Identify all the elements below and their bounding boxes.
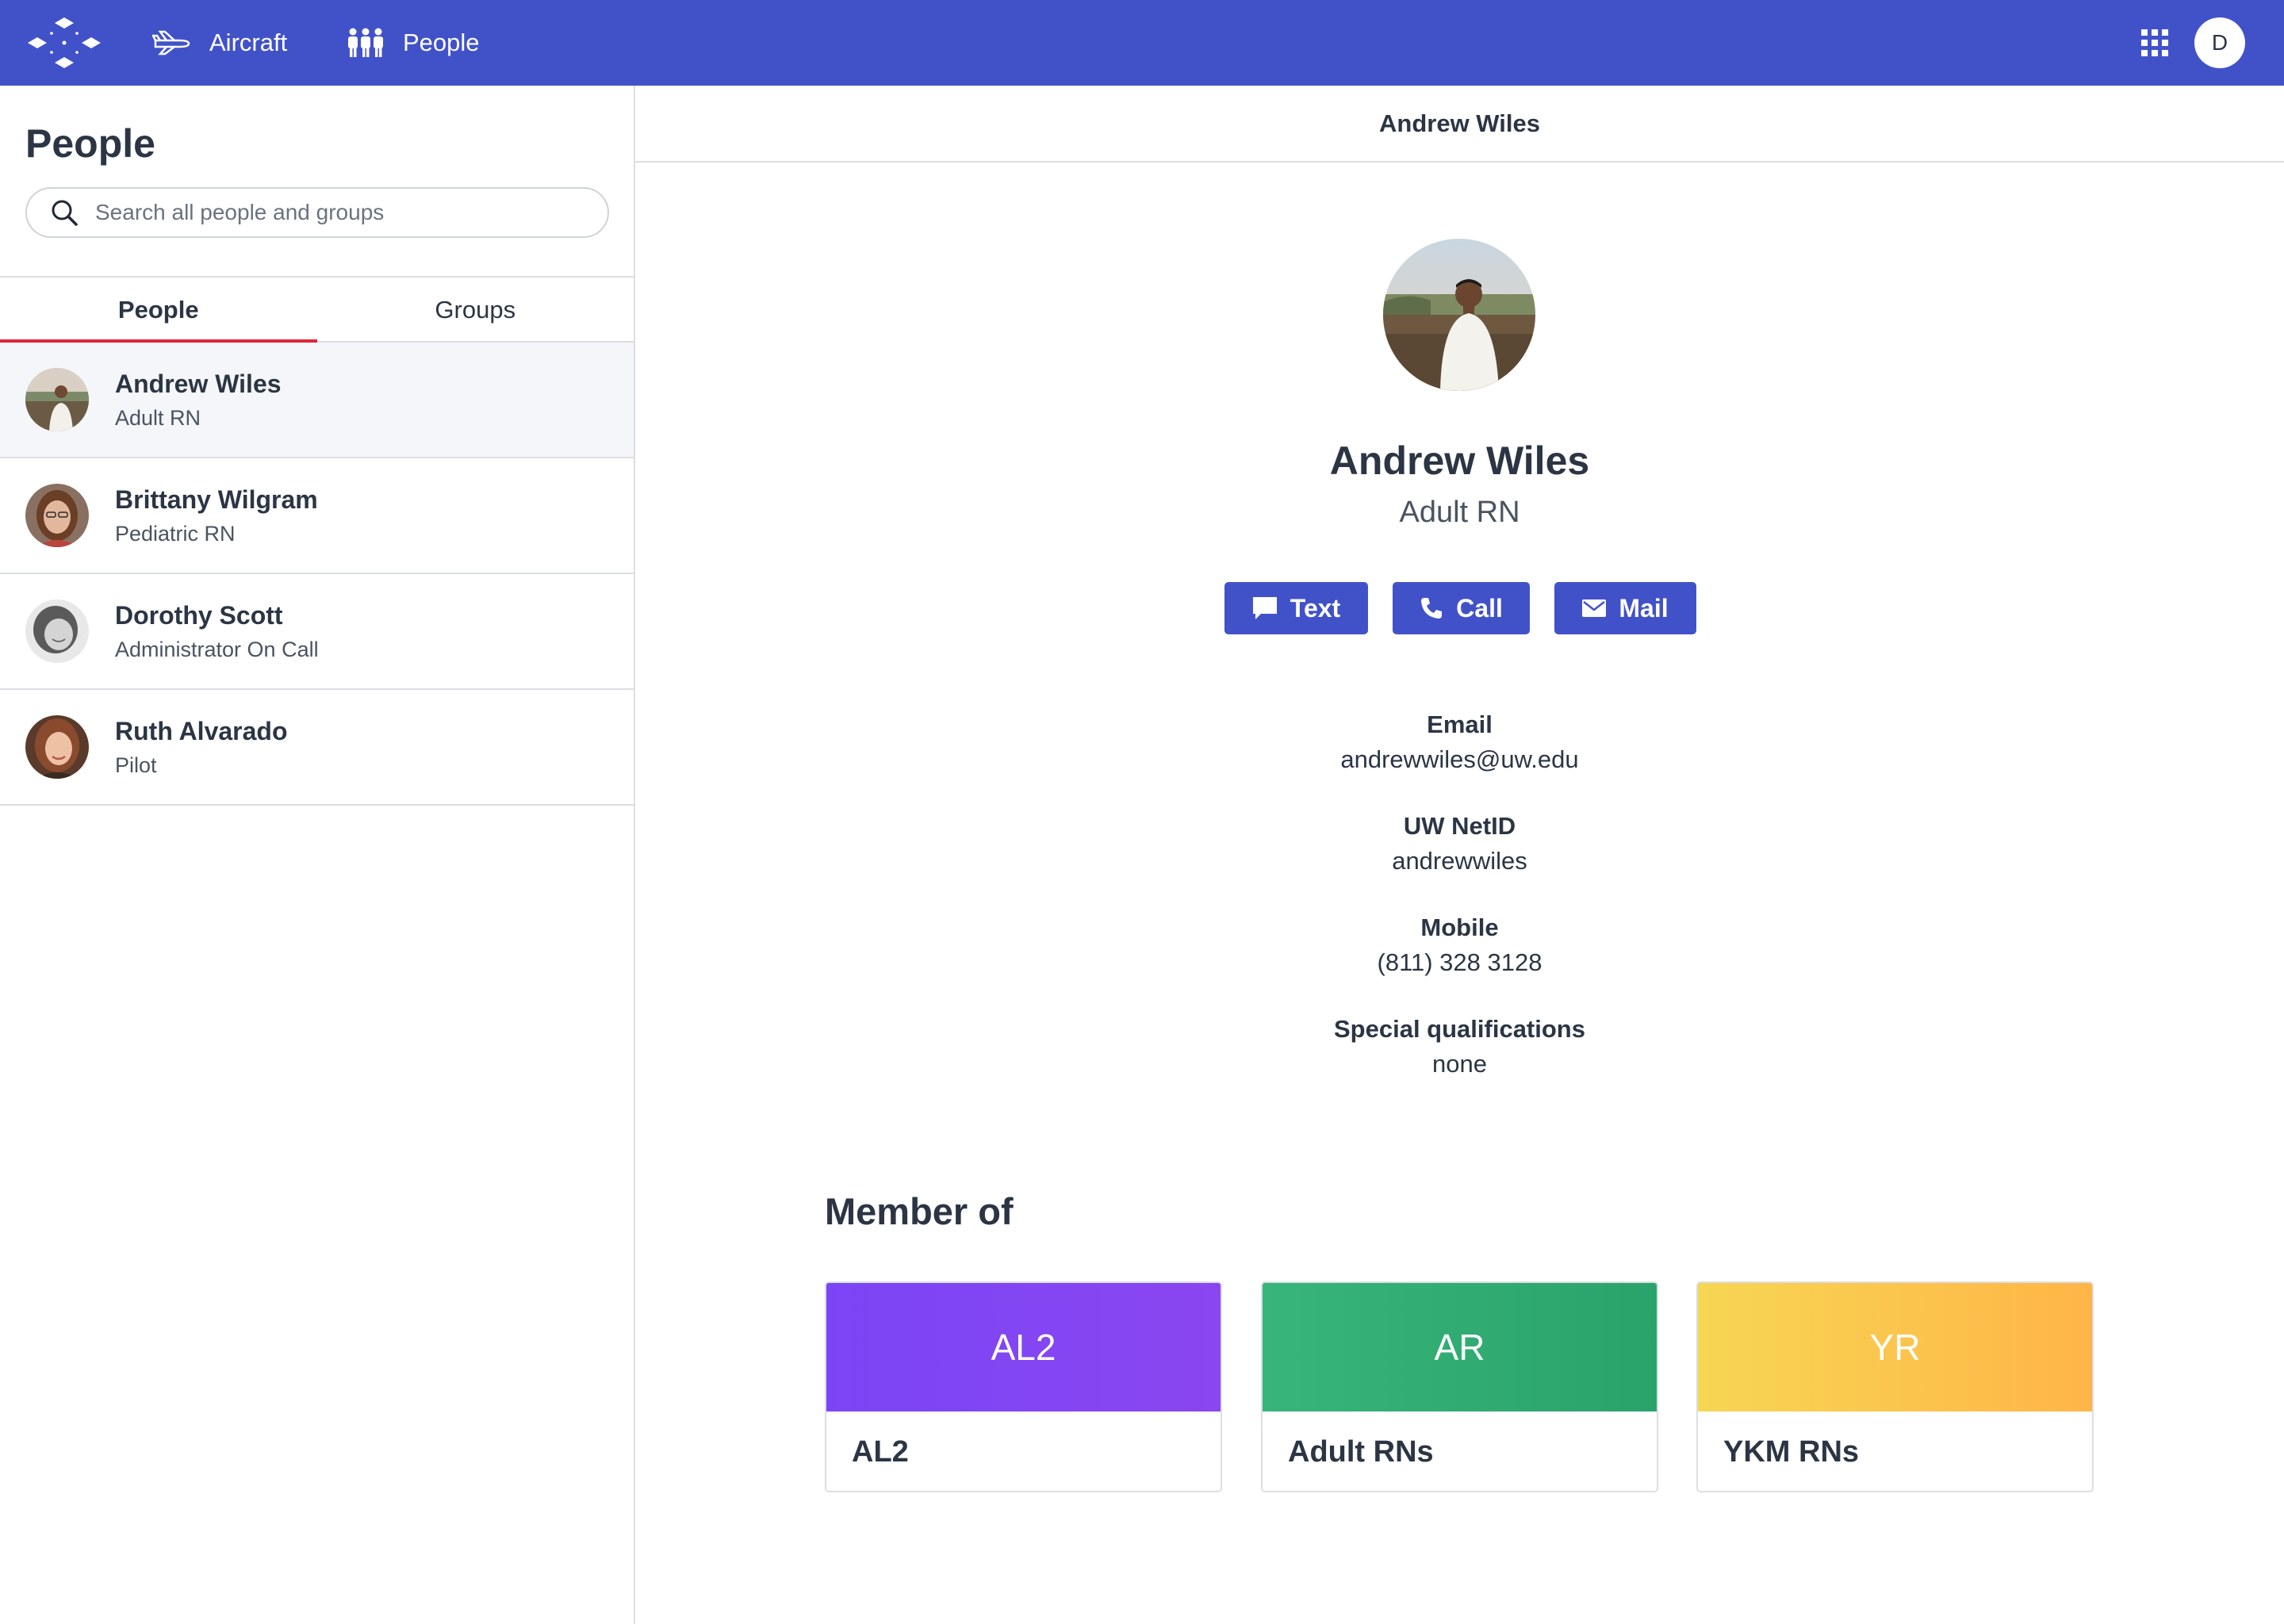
mail-button[interactable]: Mail [1554,582,1696,634]
field-label: Mobile [1420,914,1499,941]
apps-grid-icon[interactable] [2141,29,2168,56]
call-button[interactable]: Call [1393,582,1530,634]
phone-icon [1421,598,1443,619]
person-name: Ruth Alvarado [115,717,288,745]
person-role: Pilot [115,753,157,777]
field-label: UW NetID [1403,812,1516,840]
search-icon [52,200,78,226]
profile-name: Andrew Wiles [1329,439,1590,483]
avatar [25,715,89,779]
field-label: Special qualifications [1334,1015,1585,1043]
text-button-label: Text [1290,593,1341,622]
list-item-andrew-wiles[interactable]: Andrew Wiles Adult RN [0,343,634,458]
field-label: Email [1427,710,1493,738]
mail-icon [1582,599,1607,617]
search-input[interactable] [95,200,587,225]
avatar [25,599,89,663]
group-name: YKM RNs [1723,1435,1860,1469]
person-role: Pediatric RN [115,522,236,546]
field-value: andrewwiles [1392,847,1527,875]
list-item-brittany-wilgram[interactable]: Brittany Wilgram Pediatric RN [0,458,634,574]
mobile-field: Mobile (811) 328 3128 [635,914,2284,977]
list-item-dorothy-scott[interactable]: Dorothy Scott Administrator On Call [0,574,634,690]
mail-button-label: Mail [1619,593,1669,622]
person-name: Dorothy Scott [115,601,283,630]
detail-header-title: Andrew Wiles [635,86,2284,163]
group-band: AL2 [826,1283,1221,1411]
nav-people[interactable]: People [346,0,480,86]
group-card-adult-rns[interactable]: AR Adult RNs [1261,1281,1658,1492]
people-sidebar: People People Groups Andrew Wiles Adult … [0,86,635,1624]
group-band: AR [1263,1283,1657,1411]
plane-icon [152,30,190,56]
user-avatar-button[interactable]: D [2194,17,2245,68]
field-value[interactable]: (811) 328 3128 [635,948,2284,977]
field-value: none [1432,1050,1487,1078]
person-name: Brittany Wilgram [115,485,318,514]
field-value[interactable]: andrewwiles@uw.edu [635,745,2284,774]
app-logo-icon[interactable] [24,14,105,71]
group-name: Adult RNs [1288,1435,1434,1469]
person-role: Adult RN [115,406,201,430]
sidebar-title: People [25,121,155,166]
call-button-label: Call [1456,593,1503,622]
group-band: YR [1698,1283,2092,1411]
person-detail: Andrew Wiles Andrew Wiles Adult RN Text … [635,86,2284,1624]
nav-aircraft-label: Aircraft [209,29,288,56]
nav-people-label: People [403,29,480,56]
netid-field: UW NetID andrewwiles [635,812,2284,875]
group-card-al2[interactable]: AL2 AL2 [825,1281,1222,1492]
top-bar: Aircraft People D [0,0,2284,86]
person-role: Administrator On Call [115,638,319,661]
text-button[interactable]: Text [1224,582,1368,634]
avatar [25,368,89,431]
sidebar-tabs: People Groups [0,276,634,344]
people-list: Andrew Wiles Adult RN Brittany Wilgram P… [0,343,634,806]
avatar [25,484,89,547]
tab-groups[interactable]: Groups [317,278,634,343]
profile-avatar [1383,239,1535,391]
email-field: Email andrewwiles@uw.edu [635,710,2284,774]
profile-role: Adult RN [1399,496,1520,529]
tab-people[interactable]: People [0,278,317,344]
person-name: Andrew Wiles [115,370,282,398]
member-of-heading: Member of [825,1190,1014,1232]
qualifications-field: Special qualifications none [635,1015,2284,1078]
group-card-ykm-rns[interactable]: YR YKM RNs [1696,1281,2094,1492]
chat-icon [1252,597,1277,619]
people-icon [348,28,383,57]
search-box[interactable] [25,187,609,238]
group-name: AL2 [852,1435,909,1469]
list-item-ruth-alvarado[interactable]: Ruth Alvarado Pilot [0,690,634,806]
nav-aircraft[interactable]: Aircraft [152,0,287,86]
